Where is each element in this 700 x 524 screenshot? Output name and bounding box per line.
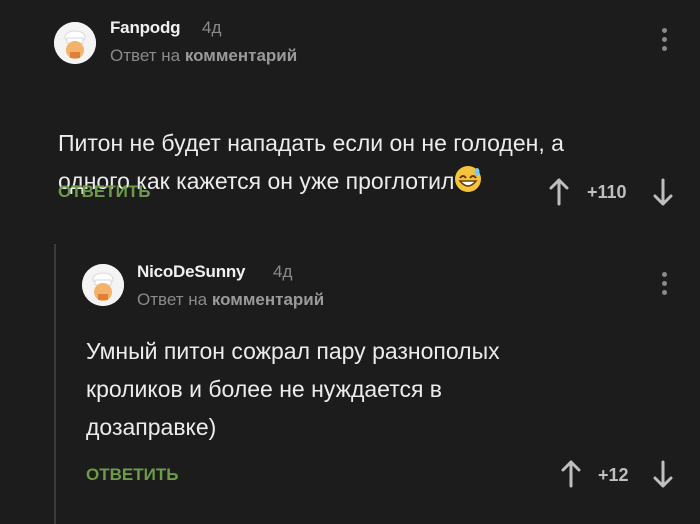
arrow-down-icon	[653, 460, 673, 488]
reply-info: Ответ на комментарий	[110, 46, 297, 66]
upvote-button[interactable]	[548, 178, 570, 206]
downvote-button[interactable]	[652, 460, 674, 488]
reply-button[interactable]: ОТВЕТИТЬ	[58, 182, 150, 202]
chef-avatar-icon	[54, 22, 96, 64]
author-name[interactable]: NicoDeSunny	[137, 262, 246, 282]
reply-prefix: Ответ на	[137, 290, 208, 309]
grinning-sweat-emoji-icon	[455, 166, 482, 192]
avatar[interactable]	[54, 22, 96, 64]
reply-link[interactable]: комментарий	[185, 46, 297, 65]
arrow-up-icon	[549, 178, 569, 206]
upvote-button[interactable]	[560, 460, 582, 488]
comment-time: 4д	[273, 262, 293, 281]
more-menu-button[interactable]	[657, 28, 671, 54]
rating-count: +12	[598, 465, 629, 485]
reply-comment: NicoDeSunny 4д Ответ на комментарий Умны…	[0, 232, 700, 524]
chef-avatar-icon	[82, 264, 124, 306]
comment: Fanpodg 4д Ответ на комментарий Питон не…	[0, 0, 700, 230]
avatar[interactable]	[82, 264, 124, 306]
comment-text: Умный питон сожрал пару разнополых кроли…	[86, 338, 500, 440]
rating-count: +110	[587, 182, 627, 202]
arrow-down-icon	[653, 178, 673, 206]
reply-link[interactable]: комментарий	[212, 290, 324, 309]
arrow-up-icon	[561, 460, 581, 488]
reply-button[interactable]: ОТВЕТИТЬ	[86, 465, 178, 485]
reply-prefix: Ответ на	[110, 46, 181, 65]
comment-time: 4д	[202, 18, 222, 37]
reply-info: Ответ на комментарий	[137, 290, 324, 310]
downvote-button[interactable]	[652, 178, 674, 206]
more-menu-button[interactable]	[657, 272, 671, 298]
author-name[interactable]: Fanpodg	[110, 18, 181, 38]
